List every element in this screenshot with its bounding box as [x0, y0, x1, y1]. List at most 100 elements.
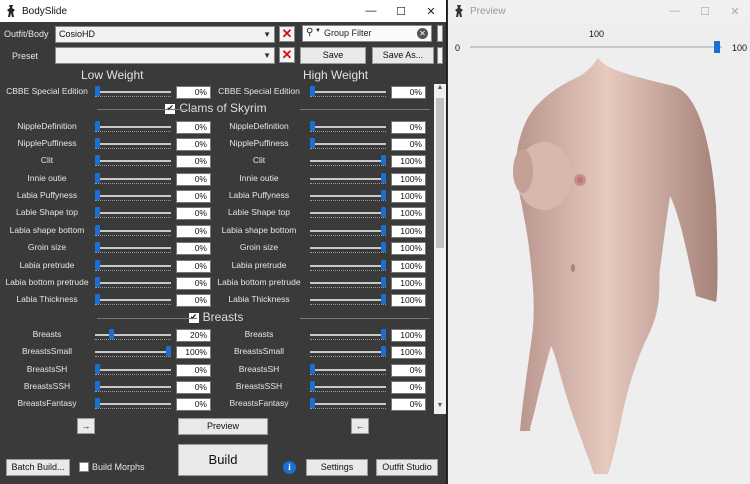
- category-header[interactable]: ✔ Breasts: [0, 310, 432, 327]
- high-slider-track[interactable]: [310, 368, 386, 371]
- low-slider-value[interactable]: 0%: [176, 276, 211, 290]
- high-slider-thumb[interactable]: [381, 172, 386, 183]
- high-slider-value[interactable]: 100%: [391, 155, 426, 169]
- low-slider-track[interactable]: [95, 281, 171, 284]
- low-slider-value[interactable]: 0%: [176, 380, 211, 394]
- low-slider-track[interactable]: [95, 212, 171, 215]
- high-slider-thumb[interactable]: [310, 398, 315, 409]
- high-slider-track[interactable]: [310, 333, 386, 336]
- low-slider-thumb[interactable]: [166, 346, 171, 357]
- low-slider-thumb[interactable]: [95, 380, 100, 391]
- low-slider-track[interactable]: [95, 403, 171, 406]
- outfit-studio-button[interactable]: Outfit Studio: [376, 459, 438, 476]
- low-slider-track[interactable]: [95, 177, 171, 180]
- low-slider-thumb[interactable]: [95, 138, 100, 149]
- save-as-button[interactable]: Save As...: [372, 47, 434, 64]
- low-slider-track[interactable]: [95, 91, 171, 93]
- high-slider-track[interactable]: [310, 247, 386, 250]
- high-slider-thumb[interactable]: [310, 86, 315, 96]
- low-slider-value[interactable]: 0%: [176, 363, 211, 377]
- outfit-select[interactable]: CosioHD ▼: [55, 26, 275, 43]
- high-slider-track[interactable]: [310, 212, 386, 215]
- low-slider-value[interactable]: 0%: [176, 190, 211, 204]
- scroll-up-icon[interactable]: ▲: [434, 84, 446, 96]
- high-slider-track[interactable]: [310, 125, 386, 128]
- high-slider-value[interactable]: 0%: [391, 138, 426, 152]
- low-slider-value[interactable]: 0%: [176, 398, 211, 412]
- high-slider-track[interactable]: [310, 91, 386, 93]
- high-slider-track[interactable]: [310, 351, 386, 354]
- low-slider-track[interactable]: [95, 299, 171, 302]
- high-slider-value[interactable]: 100%: [391, 259, 426, 273]
- high-slider-thumb[interactable]: [310, 380, 315, 391]
- low-slider-value[interactable]: 100%: [176, 346, 211, 360]
- high-slider-track[interactable]: [310, 403, 386, 406]
- low-slider-thumb[interactable]: [95, 242, 100, 253]
- high-slider-track[interactable]: [310, 281, 386, 284]
- low-slider-value[interactable]: 0%: [176, 155, 211, 169]
- build-button[interactable]: Build: [178, 444, 268, 476]
- low-slider-track[interactable]: [95, 351, 171, 354]
- high-slider-thumb[interactable]: [310, 363, 315, 374]
- low-slider-thumb[interactable]: [109, 328, 115, 339]
- high-slider-value[interactable]: 100%: [391, 328, 426, 342]
- low-slider-track[interactable]: [95, 195, 171, 198]
- high-slider-value[interactable]: 0%: [391, 120, 426, 134]
- high-slider-thumb[interactable]: [381, 259, 386, 270]
- close-icon[interactable]: ✕: [416, 0, 446, 22]
- high-slider-track[interactable]: [310, 195, 386, 198]
- high-slider-thumb[interactable]: [381, 190, 386, 201]
- high-slider-thumb[interactable]: [381, 328, 386, 339]
- low-slider-value[interactable]: 0%: [176, 138, 211, 152]
- low-slider-thumb[interactable]: [95, 86, 100, 96]
- high-slider-value[interactable]: 0%: [391, 363, 426, 377]
- high-slider-track[interactable]: [310, 143, 386, 146]
- low-slider-track[interactable]: [95, 333, 171, 336]
- minimize-icon[interactable]: —: [356, 0, 386, 22]
- body-preview-viewport[interactable]: [448, 56, 750, 484]
- low-slider-value[interactable]: 0%: [176, 259, 211, 273]
- high-slider-track[interactable]: [310, 264, 386, 267]
- low-slider-track[interactable]: [95, 247, 171, 250]
- high-slider-value[interactable]: 100%: [391, 276, 426, 290]
- high-slider-track[interactable]: [310, 160, 386, 163]
- low-slider-track[interactable]: [95, 229, 171, 232]
- low-slider-value[interactable]: 0%: [176, 207, 211, 221]
- weight-slider-track[interactable]: [470, 46, 722, 48]
- info-icon[interactable]: i: [283, 461, 296, 474]
- low-slider-value[interactable]: 0%: [176, 294, 211, 308]
- batch-build-button[interactable]: Batch Build...: [6, 459, 70, 476]
- low-slider-track[interactable]: [95, 125, 171, 128]
- minimize-icon[interactable]: —: [660, 0, 690, 22]
- low-slider-track[interactable]: [95, 385, 171, 388]
- scrollbar-thumb[interactable]: [436, 98, 444, 248]
- high-slider-track[interactable]: [310, 385, 386, 388]
- high-slider-value[interactable]: 100%: [391, 294, 426, 308]
- high-slider-thumb[interactable]: [381, 346, 386, 357]
- low-slider-value[interactable]: 0%: [176, 242, 211, 256]
- low-slider-thumb[interactable]: [95, 276, 100, 287]
- close-icon[interactable]: ✕: [720, 0, 750, 22]
- high-slider-thumb[interactable]: [381, 155, 386, 166]
- clear-filter-icon[interactable]: ✕: [417, 28, 428, 39]
- save-button[interactable]: Save: [300, 47, 366, 64]
- high-slider-thumb[interactable]: [381, 224, 386, 235]
- copy-high-to-low-button[interactable]: ←: [351, 418, 369, 434]
- low-slider-thumb[interactable]: [95, 294, 100, 305]
- low-slider-value[interactable]: 0%: [176, 172, 211, 186]
- slider-scrollbar[interactable]: ▲ ▼: [434, 84, 446, 414]
- low-slider-thumb[interactable]: [95, 363, 100, 374]
- maximize-icon[interactable]: ☐: [690, 0, 720, 22]
- high-slider-thumb[interactable]: [310, 138, 315, 149]
- low-slider-thumb[interactable]: [95, 155, 100, 166]
- high-slider-thumb[interactable]: [381, 276, 386, 287]
- high-slider-track[interactable]: [310, 229, 386, 232]
- high-slider-thumb[interactable]: [381, 294, 386, 305]
- filter-dropdown-icon[interactable]: ▼: [315, 28, 321, 34]
- low-slider-track[interactable]: [95, 368, 171, 371]
- preview-button[interactable]: Preview: [178, 418, 268, 435]
- high-slider-value[interactable]: 100%: [391, 242, 426, 256]
- low-slider-value[interactable]: 20%: [176, 328, 211, 342]
- low-slider-thumb[interactable]: [95, 207, 100, 218]
- high-slider-value[interactable]: 100%: [391, 190, 426, 204]
